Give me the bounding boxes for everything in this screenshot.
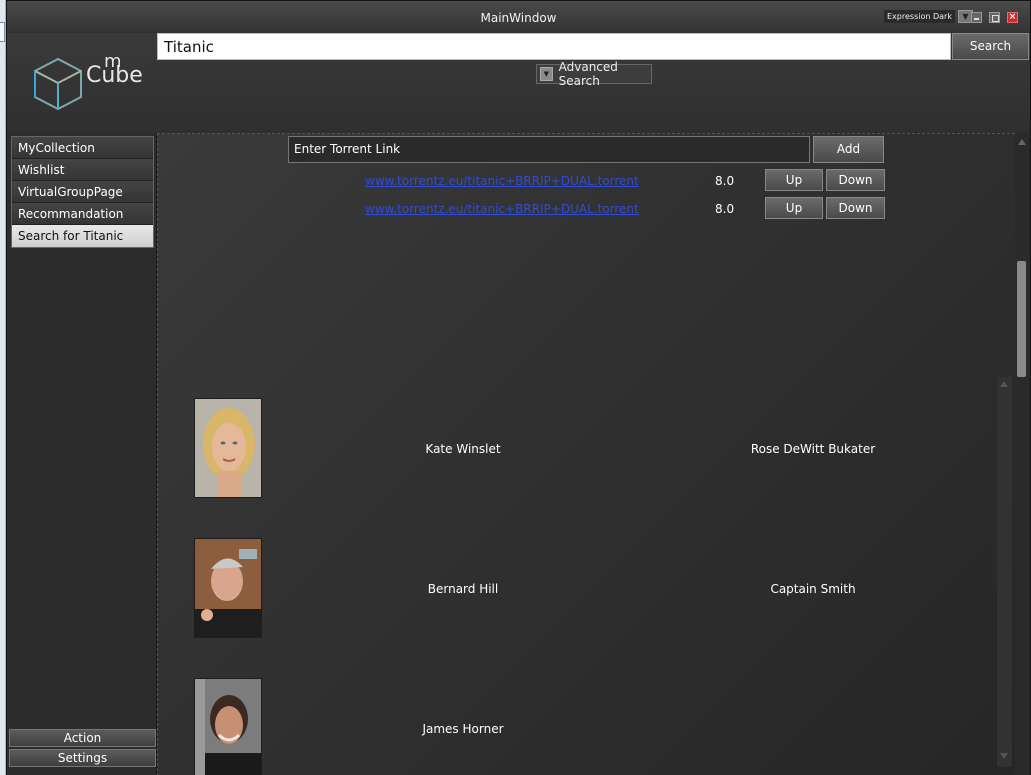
torrent-link-input[interactable]: Enter Torrent Link xyxy=(288,136,810,163)
sidebar-item-recommandation[interactable]: Recommandation xyxy=(12,203,153,225)
actor-photo xyxy=(194,678,262,775)
actor-name: Kate Winslet xyxy=(425,442,501,456)
title-bar: MainWindow Expression Dark ▼ × xyxy=(7,1,1030,33)
sidebar: MyCollection Wishlist VirtualGroupPage R… xyxy=(7,133,157,775)
torrent-link[interactable]: www.torrentz.eu/titanic+BRRIP+DUAL.torre… xyxy=(365,174,639,188)
advanced-search-label: Advanced Search xyxy=(558,60,618,88)
add-torrent-button[interactable]: Add xyxy=(813,136,884,163)
theme-label: Expression Dark xyxy=(884,10,955,23)
actor-name: Bernard Hill xyxy=(427,582,499,596)
main-window: MainWindow Expression Dark ▼ × m Cube Ti… xyxy=(6,0,1031,775)
search-button[interactable]: Search xyxy=(952,33,1029,60)
torrent-up-button[interactable]: Up xyxy=(765,197,823,219)
torrent-up-button[interactable]: Up xyxy=(765,169,823,191)
sidebar-item-mycollection[interactable]: MyCollection xyxy=(12,137,153,159)
scroll-up-icon[interactable] xyxy=(1018,139,1026,145)
role-name: Rose DeWitt Bukater xyxy=(750,442,876,456)
close-icon[interactable]: × xyxy=(1007,12,1018,23)
actor-photo xyxy=(194,398,262,498)
torrent-down-button[interactable]: Down xyxy=(826,197,885,219)
cast-row: Bernard Hill Captain Smith xyxy=(158,538,998,638)
theme-selector[interactable]: Expression Dark ▼ xyxy=(884,10,973,23)
chevron-down-icon: ▼ xyxy=(540,67,553,81)
main-scrollbar[interactable] xyxy=(1015,133,1030,775)
scroll-up-icon[interactable] xyxy=(1000,381,1008,387)
cube-logo-icon xyxy=(34,57,82,111)
desktop-edge-marker xyxy=(0,22,5,42)
search-input[interactable]: Titanic xyxy=(157,33,951,60)
advanced-search-toggle[interactable]: ▼ Advanced Search xyxy=(536,60,652,88)
torrent-link[interactable]: www.torrentz.eu/titanic+BRRIP+DUAL.torre… xyxy=(365,202,639,216)
torrent-down-button[interactable]: Down xyxy=(826,169,885,191)
sidebar-item-wishlist[interactable]: Wishlist xyxy=(12,159,153,181)
scrollbar-thumb[interactable] xyxy=(1017,261,1026,377)
cast-scrollbar[interactable] xyxy=(997,377,1012,767)
scroll-down-icon[interactable] xyxy=(1000,753,1008,759)
minimize-icon[interactable] xyxy=(971,12,982,23)
settings-button[interactable]: Settings xyxy=(9,749,156,767)
mcube-logo: m Cube xyxy=(27,51,143,115)
main-content: Enter Torrent Link Add www.torrentz.eu/t… xyxy=(157,133,1030,775)
cast-row: James Horner xyxy=(158,678,998,775)
window-title: MainWindow xyxy=(480,11,557,25)
actor-name: James Horner xyxy=(422,722,504,736)
sidebar-item-virtualgrouppage[interactable]: VirtualGroupPage xyxy=(12,181,153,203)
header: m Cube Titanic Search ▼ Advanced Search xyxy=(7,33,1030,133)
restore-icon[interactable] xyxy=(989,12,1000,23)
sidebar-item-search-titanic[interactable]: Search for Titanic xyxy=(12,225,153,247)
actor-photo xyxy=(194,538,262,638)
torrent-rating: 8.0 xyxy=(715,202,735,216)
role-name: Captain Smith xyxy=(770,582,856,596)
torrent-rating: 8.0 xyxy=(715,174,735,188)
action-button[interactable]: Action xyxy=(9,729,156,747)
sidebar-nav: MyCollection Wishlist VirtualGroupPage R… xyxy=(11,136,154,248)
cast-row: Kate Winslet Rose DeWitt Bukater xyxy=(158,398,998,498)
logo-cube: Cube xyxy=(86,63,143,88)
